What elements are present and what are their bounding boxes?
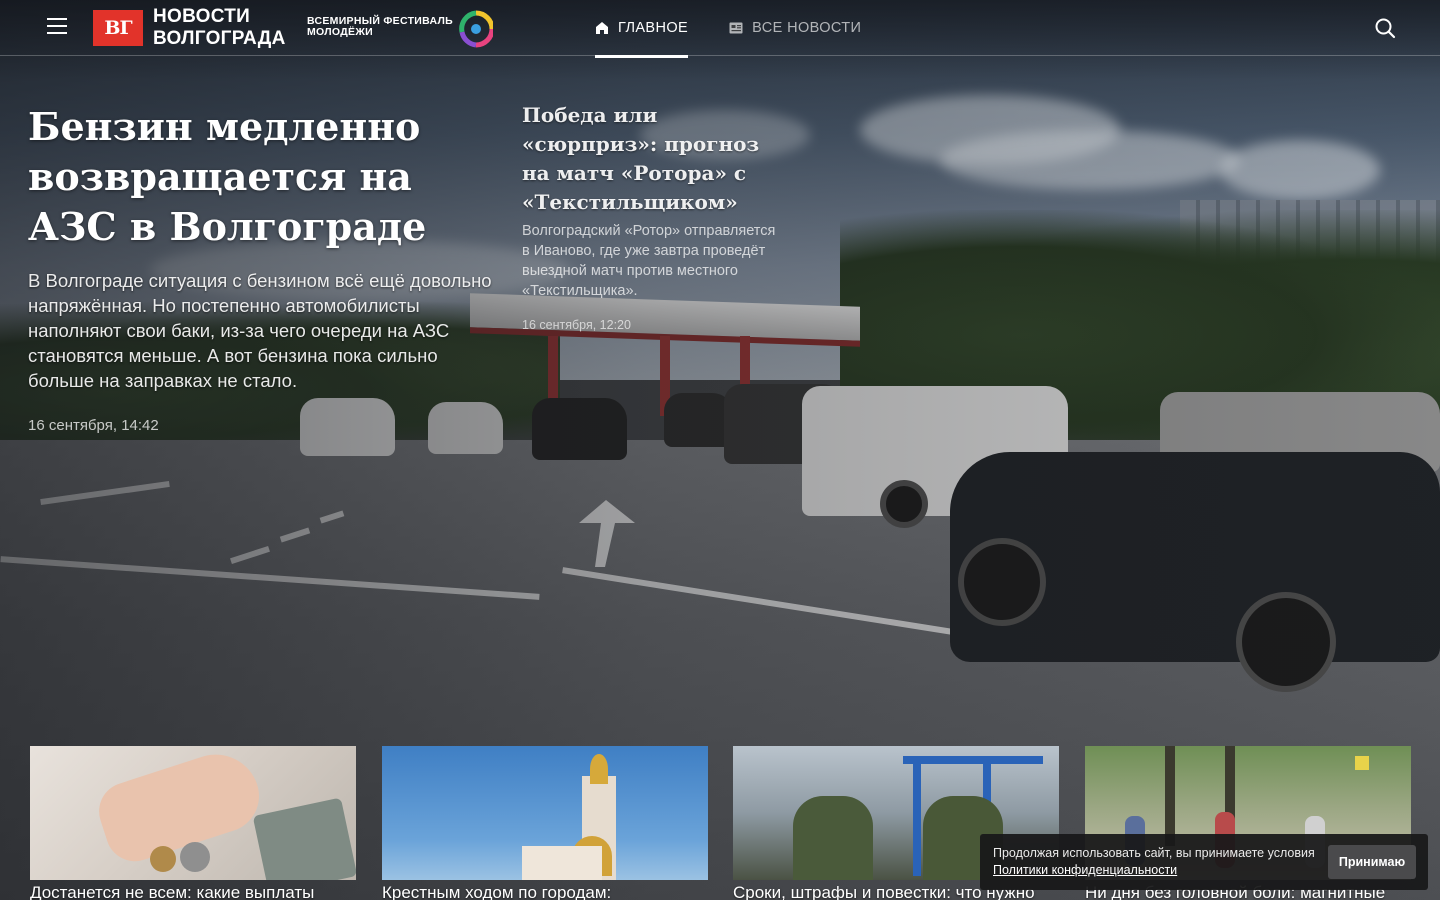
home-icon <box>596 22 608 34</box>
card-image[interactable] <box>30 746 356 880</box>
church-dome <box>590 754 608 784</box>
news-card[interactable]: Достанется не всем: какие выплаты <box>30 746 356 900</box>
secondary-title[interactable]: Победа или «сюрприз»: прогноз на матч «Р… <box>522 101 787 217</box>
hero-article-main[interactable]: Бензин медленно возвращается на АЗС в Во… <box>28 102 498 434</box>
search-icon[interactable] <box>1374 17 1396 39</box>
hero-title[interactable]: Бензин медленно возвращается на АЗС в Во… <box>28 102 498 252</box>
road-sign <box>1355 756 1369 770</box>
cookie-text: Продолжая использовать сайт, вы принимае… <box>993 845 1333 878</box>
festival-line: МОЛОДЁЖИ <box>307 26 373 38</box>
festival-banner[interactable]: ВСЕМИРНЫЙ ФЕСТИВАЛЬ МОЛОДЁЖИ <box>307 16 453 38</box>
nav-label: ВСЕ НОВОСТИ <box>752 20 862 36</box>
frame-bar <box>903 756 1043 764</box>
soldier <box>793 796 873 880</box>
secondary-date: 16 сентября, 12:20 <box>522 318 631 332</box>
card-title[interactable]: Достанется не всем: какие выплаты <box>30 883 370 900</box>
calculator <box>252 797 356 880</box>
card-image[interactable] <box>382 746 708 880</box>
privacy-policy-link[interactable]: Политики конфиденциальности <box>993 863 1177 877</box>
frame-bar <box>913 756 921 876</box>
menu-icon[interactable] <box>47 18 67 38</box>
cookie-banner: Продолжая использовать сайт, вы принимае… <box>980 834 1428 890</box>
logo-mark[interactable]: ВГ <box>93 10 143 46</box>
news-card[interactable]: Крестным ходом по городам: <box>382 746 708 900</box>
logo-line: ВОЛГОГРАДА <box>153 28 286 49</box>
coin <box>150 846 176 872</box>
hand <box>91 746 269 869</box>
cookie-message: Продолжая использовать сайт, вы принимае… <box>993 846 1315 860</box>
tree-trunk <box>1165 746 1175 846</box>
hero-article-secondary[interactable]: Победа или «сюрприз»: прогноз на матч «Р… <box>522 101 787 332</box>
hero-date: 16 сентября, 14:42 <box>28 417 159 434</box>
hero-lead: В Волгограде ситуация с бензином всё ещё… <box>28 270 492 391</box>
nav-item-main[interactable]: ГЛАВНОЕ <box>595 0 689 58</box>
secondary-lead: Волгоградский «Ротор» отправляется в Ива… <box>522 223 776 299</box>
card-title[interactable]: Крестным ходом по городам: <box>382 883 722 900</box>
nav-label: ГЛАВНОЕ <box>618 20 689 36</box>
site-header: ВГ НОВОСТИ ВОЛГОГРАДА ВСЕМИРНЫЙ ФЕСТИВАЛ… <box>0 0 1440 58</box>
nav-item-all-news[interactable]: ВСЕ НОВОСТИ <box>729 0 861 56</box>
church-building <box>522 846 602 880</box>
news-list-icon <box>729 22 743 34</box>
main-nav: ГЛАВНОЕ ВСЕ НОВОСТИ <box>595 0 902 58</box>
festival-logo-icon[interactable] <box>459 10 493 48</box>
logo-text[interactable]: НОВОСТИ ВОЛГОГРАДА <box>153 6 286 50</box>
accept-cookies-button[interactable]: Принимаю <box>1328 845 1416 879</box>
coin <box>180 842 210 872</box>
logo-line: НОВОСТИ <box>153 6 251 27</box>
